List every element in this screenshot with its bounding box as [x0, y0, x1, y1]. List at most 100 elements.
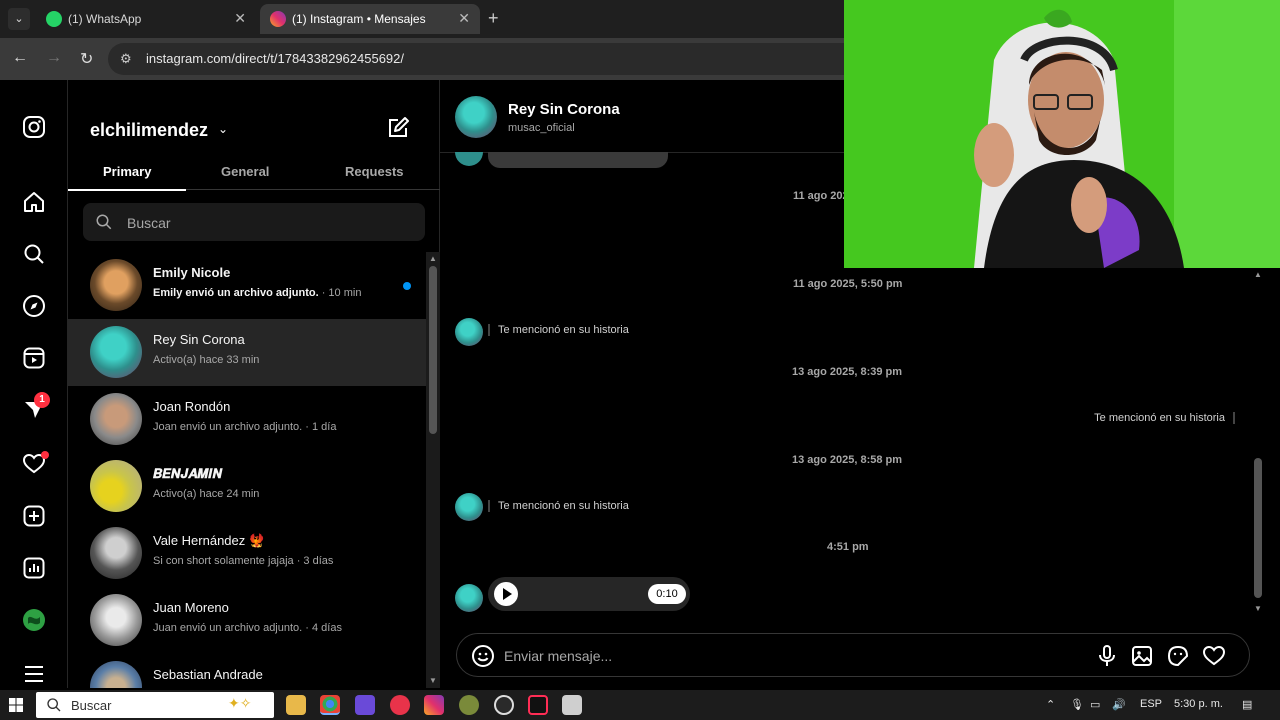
tab-label: (1) WhatsApp	[68, 12, 142, 26]
network-icon[interactable]: ▭	[1090, 698, 1100, 711]
chevron-down-icon[interactable]: ⌄	[218, 122, 228, 136]
timestamp: 4:51 pm	[827, 541, 869, 553]
app-icon[interactable]	[355, 695, 375, 715]
reels-icon[interactable]	[22, 346, 46, 370]
windows-start-icon[interactable]	[9, 698, 23, 712]
reload-icon[interactable]: ↻	[80, 49, 93, 69]
scrollbar-thumb[interactable]	[429, 266, 437, 434]
conversation-preview: Joan envió un archivo adjunto. · 1 día	[153, 421, 337, 433]
chrome-icon[interactable]	[320, 695, 340, 715]
conversation-row[interactable]: Emily Nicole Emily envió un archivo adju…	[68, 252, 426, 319]
conversation-name: Juan Moreno	[153, 600, 229, 615]
tab-requests[interactable]: Requests	[345, 164, 404, 179]
tab-whatsapp[interactable]: (1) WhatsApp ✕	[36, 4, 256, 34]
conversation-name: Emily Nicole	[153, 265, 231, 280]
new-tab-icon[interactable]: +	[488, 8, 499, 29]
conversation-row[interactable]: Joan Rondón Joan envió un archivo adjunt…	[68, 386, 426, 453]
app-icon[interactable]	[390, 695, 410, 715]
avatar	[90, 460, 142, 512]
avatar	[90, 393, 142, 445]
tray-expand-icon[interactable]: ⌃	[1046, 698, 1055, 711]
instagram-taskbar-icon[interactable]	[424, 695, 444, 715]
windows-taskbar: Buscar ✦✧ ⌃ 🎙 ▭ 🔊 ESP 5:30 p. m. ▤	[0, 690, 1280, 720]
file-explorer-icon[interactable]	[286, 695, 306, 715]
forward-icon[interactable]: →	[46, 49, 62, 67]
conversation-row[interactable]: 𝑩𝑬𝑵𝑱𝑨𝑴𝑰𝑵 Activo(a) hace 24 min	[68, 453, 426, 520]
message-input-placeholder[interactable]: Enviar mensaje...	[504, 648, 612, 664]
volume-icon[interactable]: 🔊	[1112, 698, 1126, 711]
tab-label: (1) Instagram • Mensajes	[292, 12, 426, 26]
avatar	[90, 259, 142, 311]
more-menu-icon[interactable]	[22, 662, 46, 686]
chat-scrollbar[interactable]: ▲ ▼	[1252, 270, 1264, 620]
back-icon[interactable]: ←	[12, 49, 28, 67]
url-text[interactable]: instagram.com/direct/t/17843382962455692…	[146, 51, 404, 66]
tab-search-button[interactable]: ⌄	[8, 8, 30, 30]
tab-general[interactable]: General	[221, 164, 269, 179]
site-info-icon[interactable]: ⚙	[120, 51, 132, 67]
inbox-tabs: Primary General Requests	[68, 156, 440, 191]
tab-instagram[interactable]: (1) Instagram • Mensajes ✕	[260, 4, 480, 34]
conversation-row[interactable]: Juan Moreno Juan envió un archivo adjunt…	[68, 587, 426, 654]
scroll-down-icon[interactable]: ▼	[1254, 604, 1262, 613]
conversation-row[interactable]: Vale Hernández 🐦‍🔥 Si con short solament…	[68, 520, 426, 587]
microphone-tray-icon[interactable]: 🎙	[1070, 698, 1084, 711]
notifications-heart-icon[interactable]	[22, 451, 49, 476]
obs-icon[interactable]	[494, 695, 514, 715]
create-icon[interactable]	[22, 504, 46, 528]
message-avatar[interactable]	[455, 584, 483, 612]
audio-duration: 0:10	[648, 584, 686, 604]
timestamp: 13 ago 2025, 8:58 pm	[792, 454, 903, 466]
account-switcher[interactable]: elchilimendez	[90, 120, 208, 141]
clock[interactable]: 5:30 p. m.	[1174, 698, 1223, 710]
microphone-icon[interactable]	[1095, 644, 1119, 668]
new-message-icon[interactable]	[386, 116, 410, 140]
notifications-icon[interactable]: ▤	[1242, 698, 1252, 711]
search-icon[interactable]	[22, 242, 46, 266]
app-icon[interactable]	[459, 695, 479, 715]
scroll-down-icon[interactable]: ▼	[429, 676, 437, 685]
conversation-row[interactable]: Sebastian Andrade	[68, 654, 426, 688]
story-mention-message-sent[interactable]: Te mencionó en su historia	[1094, 412, 1235, 425]
language-indicator[interactable]: ESP	[1140, 698, 1162, 710]
home-icon[interactable]	[22, 190, 46, 214]
dashboard-icon[interactable]	[22, 556, 46, 580]
close-tab-icon[interactable]: ✕	[234, 10, 246, 27]
story-mention-message[interactable]: Te mencionó en su historia	[488, 324, 629, 337]
search-input[interactable]: Buscar	[83, 203, 425, 241]
voice-message[interactable]: 0:10	[488, 577, 690, 611]
message-avatar[interactable]	[455, 318, 483, 346]
avatar	[90, 326, 142, 378]
tab-primary[interactable]: Primary	[103, 164, 151, 179]
emoji-icon[interactable]	[471, 644, 495, 668]
conversation-list-scrollbar[interactable]: ▲ ▼	[426, 252, 440, 688]
chat-avatar[interactable]	[455, 96, 497, 138]
play-icon[interactable]	[494, 582, 518, 606]
scrollbar-thumb[interactable]	[1254, 458, 1262, 598]
message-composer[interactable]: Enviar mensaje...	[456, 633, 1250, 677]
close-tab-icon[interactable]: ✕	[458, 10, 470, 27]
webcam-person-image	[844, 0, 1280, 268]
tiktok-icon[interactable]	[528, 695, 548, 715]
messages-icon[interactable]: 1	[22, 392, 50, 422]
sparkle-icon: ✦✧	[228, 695, 252, 711]
conversation-preview: Activo(a) hace 33 min	[153, 354, 260, 366]
conversation-name: 𝑩𝑬𝑵𝑱𝑨𝑴𝑰𝑵	[153, 466, 223, 481]
instagram-logo-icon[interactable]	[22, 115, 46, 139]
chat-contact-handle: musac_oficial	[508, 122, 575, 134]
conversation-row-selected[interactable]: Rey Sin Corona Activo(a) hace 33 min	[68, 319, 426, 386]
chat-contact-name[interactable]: Rey Sin Corona	[508, 101, 620, 118]
sticker-icon[interactable]	[1166, 644, 1190, 668]
message-avatar[interactable]	[455, 493, 483, 521]
taskbar-search-input[interactable]: Buscar ✦✧	[36, 692, 274, 718]
scroll-up-icon[interactable]: ▲	[429, 254, 437, 263]
scroll-up-icon[interactable]: ▲	[1254, 270, 1262, 279]
explore-icon[interactable]	[22, 294, 46, 318]
story-mention-message[interactable]: Te mencionó en su historia	[488, 500, 629, 513]
whatsapp-icon	[46, 11, 62, 27]
image-icon[interactable]	[1130, 644, 1154, 668]
calculator-icon[interactable]	[562, 695, 582, 715]
like-heart-icon[interactable]	[1202, 644, 1226, 668]
profile-avatar-icon[interactable]	[22, 608, 46, 632]
story-preview-partial[interactable]	[488, 152, 668, 168]
